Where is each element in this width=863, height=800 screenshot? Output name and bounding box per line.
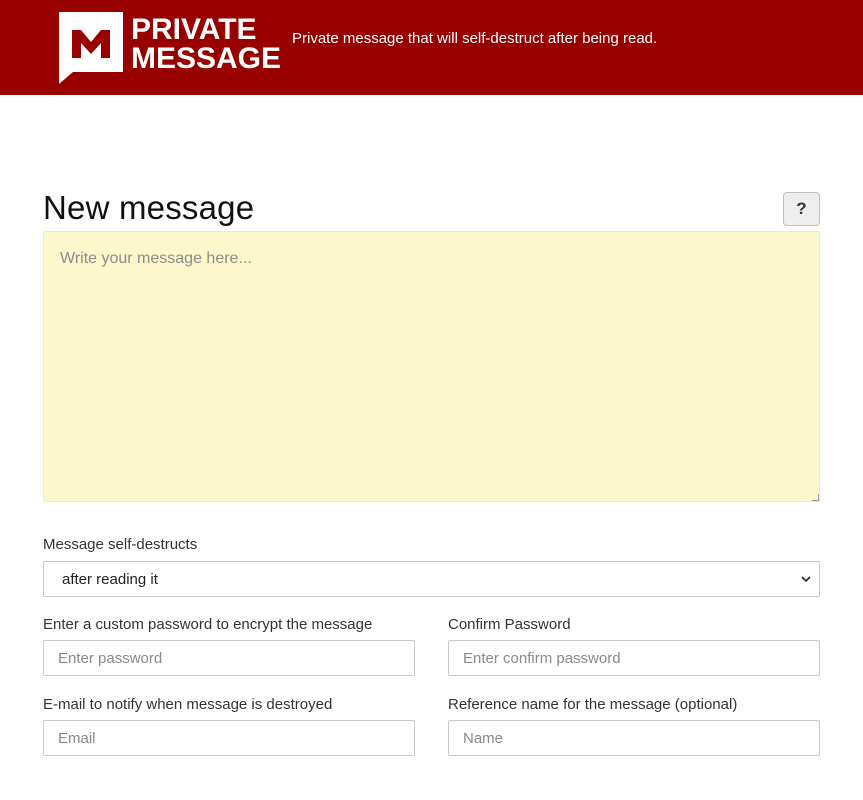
logo-wordmark[interactable]: PRIVATE MESSAGE bbox=[131, 13, 282, 75]
reference-name-label: Reference name for the message (optional… bbox=[448, 696, 738, 713]
confirm-password-label: Confirm Password bbox=[448, 616, 571, 633]
logo-line-1: PRIVATE bbox=[131, 13, 257, 46]
site-header: PRIVATE MESSAGE Private message that wil… bbox=[0, 0, 863, 95]
tagline: Private message that will self-destruct … bbox=[292, 30, 658, 47]
chevron-down-icon bbox=[801, 576, 811, 583]
message-textarea[interactable] bbox=[43, 231, 820, 502]
logo-icon[interactable] bbox=[59, 12, 123, 84]
confirm-password-input[interactable] bbox=[448, 640, 820, 676]
reference-name-input[interactable] bbox=[448, 720, 820, 756]
help-button[interactable]: ? bbox=[783, 192, 820, 226]
page-title: New message bbox=[43, 189, 255, 226]
password-input[interactable] bbox=[43, 640, 415, 676]
self-destruct-select[interactable]: after reading it bbox=[43, 561, 820, 597]
email-label: E-mail to notify when message is destroy… bbox=[43, 696, 333, 713]
self-destruct-selected-value: after reading it bbox=[62, 570, 158, 588]
logo-line-2: MESSAGE bbox=[131, 42, 282, 75]
self-destruct-label: Message self-destructs bbox=[43, 536, 198, 553]
email-input[interactable] bbox=[43, 720, 415, 756]
password-label: Enter a custom password to encrypt the m… bbox=[43, 616, 373, 633]
resize-handle-icon[interactable] bbox=[812, 494, 819, 501]
